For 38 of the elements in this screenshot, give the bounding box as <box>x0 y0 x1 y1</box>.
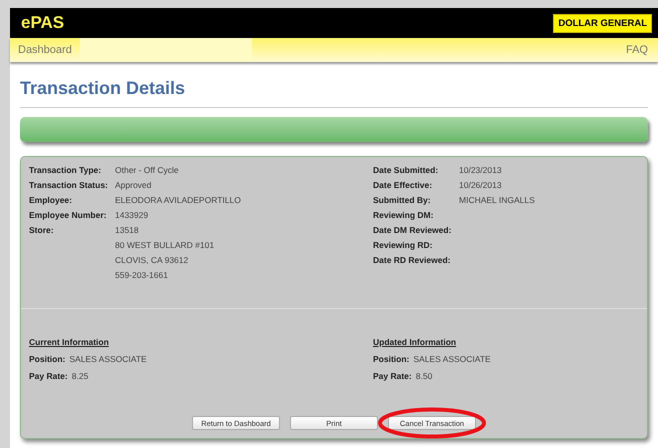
field-value: Approved <box>115 180 152 190</box>
field-value: Other - Off Cycle <box>115 165 180 175</box>
field-label: Employee: <box>29 195 73 205</box>
field-value: 8.50 <box>416 371 432 381</box>
field-label: Position: <box>29 354 66 364</box>
field-label: Date Submitted: <box>373 165 440 175</box>
page-title: Transaction Details <box>20 78 648 108</box>
field-value: MICHAEL INGALLS <box>459 195 536 205</box>
field-label: Pay Rate: <box>29 371 68 381</box>
field-label: Pay Rate: <box>373 371 412 381</box>
brand-logo: DOLLAR GENERAL <box>553 14 652 32</box>
field-label: Employee Number: <box>29 210 108 220</box>
field-value: 13518 <box>115 225 140 235</box>
field-value: ELEODORA AVILADEPORTILLO <box>115 195 242 205</box>
faq-link[interactable]: FAQ <box>622 44 652 56</box>
field-label: Store: <box>29 225 55 237</box>
field-label: Reviewing DM: <box>373 210 434 220</box>
field-label: Position: <box>373 354 410 364</box>
app-name: ePAS <box>21 13 64 33</box>
field-value: 8.25 <box>72 371 88 381</box>
field-label: Submitted By: <box>373 195 432 205</box>
field-label: Date DM Reviewed: <box>373 225 452 235</box>
field-value: CLOVIS, CA 93612 <box>115 255 190 265</box>
field-label: Date RD Reviewed: <box>373 255 452 265</box>
section-heading: Updated Information <box>373 337 458 347</box>
field-value: 10/26/2013 <box>459 180 503 190</box>
field-label: Reviewing RD: <box>373 240 434 250</box>
field-value: 10/23/2013 <box>459 165 503 175</box>
field-value: 80 WEST BULLARD #101 <box>115 240 216 250</box>
field-value: 559-203-1661 <box>115 270 169 280</box>
field-value: 1433929 <box>115 210 150 220</box>
field-value: SALES ASSOCIATE <box>413 354 491 364</box>
field-label: Date Effective: <box>373 180 434 190</box>
nav-tab[interactable]: Dashboard <box>10 38 80 62</box>
section-heading: Current Information <box>29 337 110 347</box>
field-value: SALES ASSOCIATE <box>69 354 147 364</box>
field-label: Transaction Status: <box>29 180 109 190</box>
field-label: Transaction Type: <box>29 165 102 175</box>
